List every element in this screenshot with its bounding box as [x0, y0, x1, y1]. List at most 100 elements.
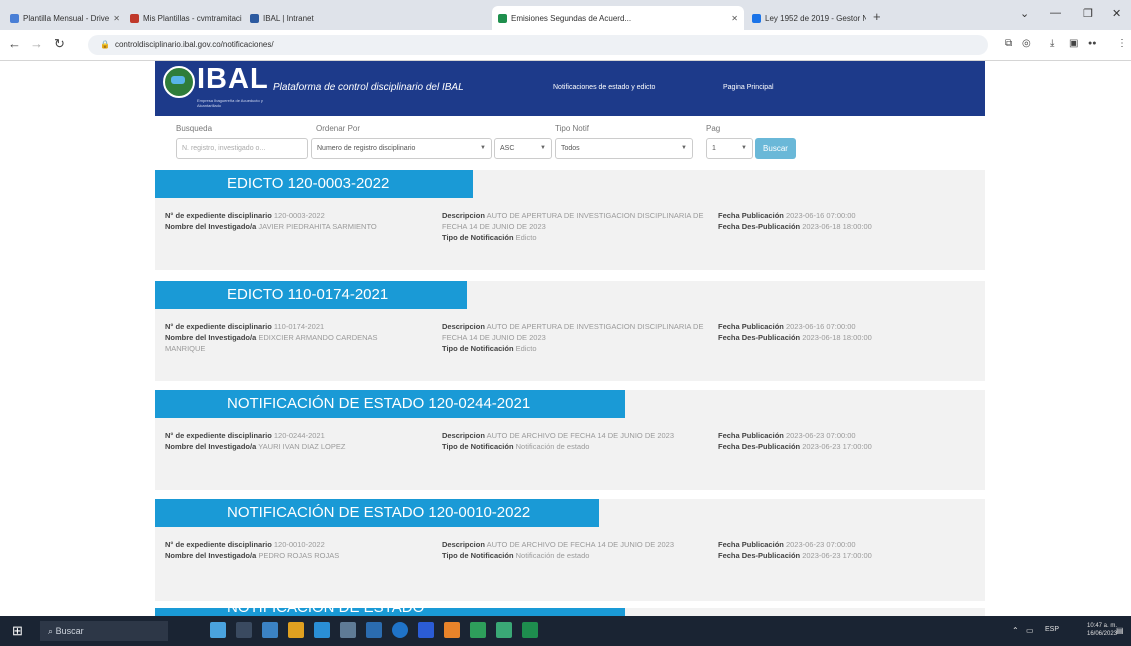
excel-icon[interactable] [522, 622, 538, 638]
tab-favicon-icon [130, 13, 139, 23]
nav-notifications-link[interactable]: Notificaciones de estado y edicto [553, 84, 655, 91]
search-button[interactable]: Buscar [755, 138, 796, 159]
direction-select[interactable]: ASC ▼ [494, 138, 552, 159]
despublicacion-label: Fecha Des-Publicación [718, 551, 801, 560]
despublicacion-label: Fecha Des-Publicación [718, 333, 801, 342]
tab-search-icon[interactable]: ⌄ [1020, 7, 1029, 20]
network-icon[interactable]: ▭ [1026, 626, 1034, 635]
file-explorer-icon[interactable] [288, 622, 304, 638]
despublicacion-value: 2023-06-18 18:00:00 [802, 222, 872, 231]
tab-close-icon[interactable]: ✕ [109, 14, 120, 23]
close-window-icon[interactable]: ✕ [1112, 7, 1121, 20]
outlook-icon[interactable] [314, 622, 330, 638]
type-value: Todos [561, 145, 580, 152]
tab-title: Mis Plantillas - cvmtramitación - .. [143, 13, 242, 23]
browser-tab[interactable]: Plantilla Mensual - Drive ✕ [4, 6, 122, 30]
publicacion-label: Fecha Publicación [718, 322, 784, 331]
tray-arrow-icon[interactable]: ⌃ [1012, 626, 1019, 635]
restore-icon[interactable]: ❐ [1083, 7, 1093, 20]
investigado-label: Nombre del Investigado/a [165, 222, 257, 231]
search-icon: ⌕ [48, 626, 54, 636]
browser-tab-active[interactable]: Emisiones Segundas de Acuerd... ✕ [492, 6, 744, 30]
taskbar-search-text: Buscar [55, 626, 84, 636]
site-header: IBAL Empresa Ibaguereña de Acueducto y A… [155, 61, 985, 116]
search-input[interactable]: N. registro, investigado o... [176, 138, 308, 159]
notice-col-right: Fecha Publicación 2023-06-16 07:00:00 Fe… [718, 210, 980, 232]
tab-favicon-icon [498, 13, 507, 23]
expediente-label: N° de expediente disciplinario [165, 540, 272, 549]
minimize-icon[interactable]: — [1050, 7, 1061, 19]
chrome-icon[interactable] [470, 622, 486, 638]
tipo-label: Tipo de Notificación [442, 233, 514, 242]
tipo-label: Tipo de Notificación [442, 551, 514, 560]
language-indicator[interactable]: ESP [1045, 626, 1059, 633]
tipo-label: Tipo de Notificación [442, 344, 514, 353]
notice-col-right: Fecha Publicación 2023-06-23 07:00:00 Fe… [718, 539, 980, 561]
tab-title: Emisiones Segundas de Acuerd... [511, 13, 632, 23]
expediente-value: 120-0010-2022 [273, 540, 325, 549]
notice-col-middle: Descripcion AUTO DE APERTURA DE INVESTIG… [442, 321, 704, 354]
taskbar-search[interactable]: ⌕ Buscar [40, 621, 168, 641]
tab-favicon-icon [250, 13, 259, 23]
nav-home-link[interactable]: Pagina Principal [723, 84, 774, 91]
browser-tab[interactable]: IBAL | Intranet [244, 6, 362, 30]
order-value: Numero de registro disciplinario [317, 145, 416, 152]
publicacion-value: 2023-06-16 07:00:00 [785, 211, 856, 220]
clock-date: 16/06/2023 [1087, 631, 1118, 637]
order-select[interactable]: Numero de registro disciplinario ▼ [311, 138, 492, 159]
descripcion-label: Descripcion [442, 211, 485, 220]
mail-icon[interactable] [366, 622, 382, 638]
page-select[interactable]: 1 ▼ [706, 138, 753, 159]
publicacion-label: Fecha Publicación [718, 540, 784, 549]
notice-title: NOTIFICACIÓN DE ESTADO 120-0010-2022 [155, 499, 599, 527]
direction-value: ASC [500, 145, 515, 152]
publicacion-value: 2023-06-16 07:00:00 [785, 322, 856, 331]
notice-title: EDICTO 110-0174-2021 [155, 281, 467, 309]
search-label: Busqueda [176, 124, 213, 133]
page-label: Pag [706, 124, 721, 133]
notice-col-left: N° de expediente disciplinario 120-0010-… [165, 539, 415, 561]
publicacion-value: 2023-06-23 07:00:00 [785, 540, 856, 549]
notice-title: EDICTO 120-0003-2022 [155, 170, 473, 198]
descripcion-value: AUTO DE ARCHIVO DE FECHA 14 DE JUNIO DE … [486, 431, 675, 440]
clock-time: 10:47 a. m. [1087, 623, 1118, 629]
clock[interactable]: 10:47 a. m. 16/06/2023 [1087, 622, 1117, 638]
despublicacion-value: 2023-06-23 17:00:00 [802, 442, 872, 451]
expediente-label: N° de expediente disciplinario [165, 322, 272, 331]
forward-icon[interactable]: → [30, 36, 43, 51]
back-icon[interactable]: ← [8, 36, 21, 51]
app-icon[interactable] [444, 622, 460, 638]
profile-icon[interactable]: ●● [1088, 40, 1096, 47]
tipo-value: Notificación de estado [515, 551, 590, 560]
tab-close-icon[interactable]: ✕ [727, 14, 738, 23]
sidepanel-icon[interactable]: ▣ [1069, 38, 1078, 49]
task-view-icon[interactable] [236, 622, 252, 638]
new-tab-icon[interactable]: + [873, 9, 881, 24]
app-icon[interactable] [496, 622, 512, 638]
investigado-value: PEDRO ROJAS ROJAS [258, 551, 340, 560]
tab-favicon-icon [10, 13, 19, 23]
download-icon[interactable]: ⤓ [1050, 38, 1054, 49]
chevron-down-icon: ▼ [681, 145, 687, 151]
app-icon[interactable] [262, 622, 278, 638]
extension-icon[interactable]: ◎ [1022, 38, 1031, 49]
address-bar[interactable]: 🔒 controldisciplinario.ibal.gov.co/notifi… [88, 35, 988, 55]
app-icon[interactable] [340, 622, 356, 638]
type-select[interactable]: Todos ▼ [555, 138, 693, 159]
taskbar: ⊞ ⌕ Buscar ⌃ ▭ ESP 10:47 a. m. 16/06/202… [0, 616, 1131, 646]
edge-icon[interactable] [392, 622, 408, 638]
despublicacion-label: Fecha Des-Publicación [718, 442, 801, 451]
tab-title: IBAL | Intranet [263, 13, 314, 23]
tipo-value: Edicto [515, 233, 537, 242]
menu-icon[interactable]: ⋮ [1117, 38, 1127, 49]
reload-icon[interactable]: ↻ [54, 36, 65, 52]
chevron-down-icon: ▼ [741, 145, 747, 151]
word-icon[interactable] [418, 622, 434, 638]
share-icon[interactable]: ⧉ [1005, 38, 1012, 49]
widgets-icon[interactable] [210, 622, 226, 638]
lock-icon: 🔒 [100, 40, 110, 49]
notification-icon[interactable]: ▤ [1116, 626, 1124, 635]
windows-start-icon[interactable]: ⊞ [12, 624, 23, 637]
browser-tab[interactable]: Mis Plantillas - cvmtramitación - .. ✕ [124, 6, 242, 30]
browser-tab[interactable]: Ley 1952 de 2019 - Gestor Norm... ✕ [746, 6, 866, 30]
